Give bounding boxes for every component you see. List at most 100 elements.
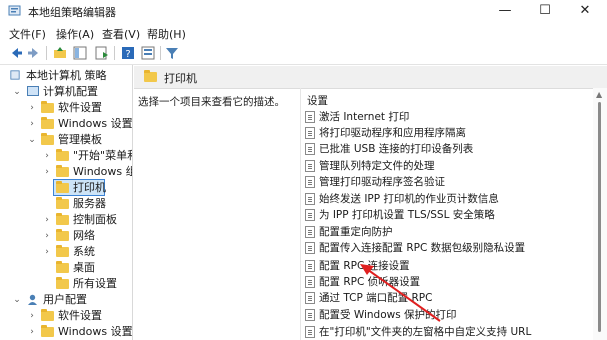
chevron-right-icon[interactable]: ›: [27, 308, 37, 324]
menu-help[interactable]: 帮助(H): [147, 26, 186, 42]
policy-setting-icon: [305, 209, 315, 221]
close-button[interactable]: ✕: [570, 2, 600, 20]
description-text: 选择一个项目来查看它的描述。: [138, 96, 285, 108]
policy-setting-icon: [305, 326, 315, 338]
toolbar-separator: [160, 46, 161, 60]
policy-setting-icon: [305, 111, 315, 123]
policy-setting-icon: [305, 143, 315, 155]
policy-setting-icon: [305, 176, 315, 188]
folder-icon: [56, 197, 69, 209]
toolbar-separator: [114, 46, 115, 60]
folder-icon: [56, 149, 69, 161]
pane-divider: [300, 88, 301, 340]
forward-arrow-icon[interactable]: [26, 45, 42, 61]
settings-scrollbar[interactable]: ▲: [593, 88, 607, 340]
setting-label: 为 IPP 打印机设置 TLS/SSL 安全策略: [319, 209, 495, 221]
navigation-tree: 本地计算机 策略 ⌄ 计算机配置 › 软件设置 › Windows 设置 ⌄ 管…: [0, 65, 133, 340]
tree-label: 打印机: [73, 181, 106, 194]
back-arrow-icon[interactable]: [8, 45, 24, 61]
show-tree-icon[interactable]: [72, 45, 88, 61]
properties-icon[interactable]: [140, 45, 156, 61]
tree-label: Windows 设置: [58, 325, 133, 338]
chevron-down-icon[interactable]: ⌄: [12, 292, 22, 308]
chevron-right-icon[interactable]: ›: [42, 212, 52, 228]
policy-setting-icon: [305, 226, 315, 238]
tree-label: Windows 设置: [58, 117, 133, 130]
setting-label: 管理打印驱动程序签名验证: [319, 176, 445, 188]
folder-icon: [41, 325, 54, 337]
chevron-right-icon[interactable]: ›: [42, 164, 52, 180]
tree-label: 计算机配置: [43, 85, 98, 98]
folder-icon: [56, 245, 69, 257]
tree-label: 系统: [73, 245, 95, 258]
setting-label: 已批准 USB 连接的打印设备列表: [319, 143, 474, 155]
tree-label: 用户配置: [43, 293, 87, 306]
help-icon[interactable]: ?: [120, 45, 136, 61]
folder-icon: [56, 277, 69, 289]
scrollbar-thumb[interactable]: [598, 102, 601, 332]
setting-label: 配置传入连接配置 RPC 数据包级别隐私设置: [319, 242, 526, 254]
chevron-down-icon[interactable]: ⌄: [27, 132, 37, 148]
setting-label: 将打印驱动程序和应用程序隔离: [319, 127, 466, 139]
folder-icon: [144, 70, 157, 82]
menu-action[interactable]: 操作(A): [56, 26, 94, 42]
chevron-right-icon[interactable]: ›: [42, 244, 52, 260]
setting-label: 在"打印机"文件夹的左窗格中自定义支持 URL: [319, 326, 532, 338]
toolbar: ?: [0, 42, 607, 65]
tree-label: 桌面: [73, 261, 95, 274]
folder-icon: [56, 181, 69, 193]
policy-setting-icon: [305, 276, 315, 288]
tree-label: Windows 组: [73, 165, 133, 178]
folder-icon: [41, 117, 54, 129]
policy-setting-icon: [305, 127, 315, 139]
policy-setting-icon: [305, 193, 315, 205]
tree-label: 控制面板: [73, 213, 117, 226]
red-arrow-annotation: [360, 264, 441, 322]
maximize-button[interactable]: ☐: [530, 2, 560, 20]
settings-column-header[interactable]: 设置: [307, 93, 328, 108]
policy-icon: [10, 70, 20, 80]
setting-label: 管理队列特定文件的处理: [319, 160, 435, 172]
tree-label: 管理模板: [58, 133, 102, 146]
folder-icon: [41, 133, 54, 145]
setting-label: 配置重定向防护: [319, 226, 393, 238]
tree-label: 软件设置: [58, 309, 102, 322]
setting-label: 始终发送 IPP 打印机的作业页计数信息: [319, 193, 499, 205]
policy-setting-icon: [305, 309, 315, 321]
folder-icon: [41, 309, 54, 321]
folder-icon: [56, 261, 69, 273]
chevron-right-icon[interactable]: ›: [27, 116, 37, 132]
scroll-up-icon[interactable]: ▲: [596, 90, 602, 99]
window-title: 本地组策略编辑器: [28, 6, 116, 19]
tree-label: "开始"菜单和: [73, 149, 133, 162]
export-list-icon[interactable]: [94, 45, 110, 61]
setting-label: 激活 Internet 打印: [319, 111, 410, 123]
chevron-right-icon[interactable]: ›: [27, 100, 37, 116]
menu-file[interactable]: 文件(F): [9, 26, 46, 42]
svg-text:?: ?: [125, 49, 130, 60]
user-icon: [28, 294, 37, 305]
computer-icon: [27, 86, 39, 96]
menu-view[interactable]: 查看(V): [102, 26, 140, 42]
folder-icon: [56, 165, 69, 177]
policy-setting-icon: [305, 160, 315, 172]
tree-label: 网络: [73, 229, 95, 242]
policy-setting-icon: [305, 292, 315, 304]
chevron-down-icon[interactable]: ⌄: [12, 84, 22, 100]
tree-label: 所有设置: [73, 277, 117, 290]
content-folder-title: 打印机: [164, 72, 197, 85]
folder-icon: [56, 213, 69, 225]
tree-label: 软件设置: [58, 101, 102, 114]
chevron-right-icon[interactable]: ›: [42, 228, 52, 244]
group-policy-app-icon: [8, 5, 21, 16]
chevron-right-icon[interactable]: ›: [42, 148, 52, 164]
folder-icon: [41, 101, 54, 113]
toolbar-separator: [46, 46, 47, 60]
minimize-button[interactable]: —: [490, 2, 520, 20]
folder-icon: [56, 229, 69, 241]
chevron-right-icon[interactable]: ›: [27, 324, 37, 340]
filter-icon[interactable]: [164, 45, 180, 61]
up-folder-icon[interactable]: [52, 45, 68, 61]
title-bar: 本地组策略编辑器 — ☐ ✕: [0, 0, 607, 22]
policy-setting-icon: [305, 260, 315, 272]
